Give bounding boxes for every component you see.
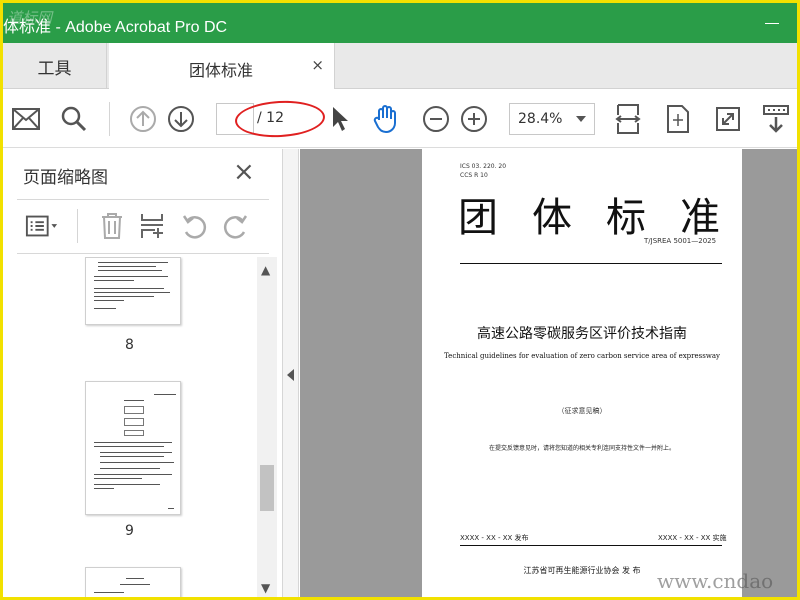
zoom-value: 28.4% — [518, 111, 563, 127]
heading-rule — [460, 263, 722, 264]
rotate-left-icon[interactable] — [177, 209, 211, 243]
zoom-in-icon[interactable] — [457, 102, 491, 136]
toolbar-separator — [109, 102, 110, 136]
thumbnail-options-icon[interactable] — [25, 209, 59, 243]
thumbnail-page-number: 9 — [125, 523, 134, 539]
previous-page-icon[interactable] — [126, 102, 160, 136]
page-thumbnail[interactable] — [85, 567, 181, 597]
watermark-top: 道标网 — [7, 9, 53, 27]
panel-title: 页面缩略图 — [23, 168, 108, 188]
fit-page-icon[interactable] — [661, 102, 695, 136]
document-heading: 团体标准 — [458, 195, 754, 241]
document-page: ICS 03. 220. 20 CCS R 10 团体标准 T/JSREA 50… — [422, 149, 742, 597]
scrollbar-thumb[interactable] — [260, 465, 274, 511]
tab-document-label: 团体标准 — [189, 61, 254, 80]
footer-rule — [460, 545, 722, 546]
document-viewer[interactable]: ICS 03. 220. 20 CCS R 10 团体标准 T/JSREA 50… — [300, 149, 797, 597]
panel-divider — [17, 199, 269, 200]
thumbnail-list: 8 9 — [17, 257, 255, 597]
thumbnail-page-number: 8 — [125, 337, 134, 353]
document-title: 高速公路零碳服务区评价技术指南 — [477, 326, 687, 342]
watermark-bottom: www.cndao — [657, 569, 774, 593]
ccs-code: CCS R 10 — [460, 172, 488, 179]
app-window: 体标准 - Adobe Acrobat Pro DC 道标网 工具 团体标准 ×… — [0, 0, 800, 600]
release-date: XXXX - XX - XX 发布 — [460, 534, 529, 542]
tab-document[interactable]: 团体标准 × — [109, 43, 335, 89]
search-icon[interactable] — [57, 102, 91, 136]
email-icon[interactable] — [9, 102, 43, 136]
ics-code: ICS 03. 220. 20 — [460, 163, 507, 170]
select-cursor-icon[interactable] — [323, 102, 357, 136]
tab-bar: 工具 团体标准 × — [3, 43, 797, 89]
chevron-left-icon — [287, 369, 294, 381]
panel-collapse-handle[interactable] — [283, 149, 299, 597]
zoom-out-icon[interactable] — [419, 102, 453, 136]
delete-icon[interactable] — [95, 209, 129, 243]
close-tab-icon[interactable]: × — [311, 56, 324, 74]
panel-divider — [17, 253, 269, 254]
page-thumbnail[interactable] — [85, 257, 181, 325]
scroll-up-icon[interactable]: ▲ — [261, 263, 270, 277]
fit-width-icon[interactable] — [611, 102, 645, 136]
draft-label: （征求意见稿） — [557, 407, 607, 415]
page-thumbnail[interactable] — [85, 381, 181, 515]
document-title-english: Technical guidelines for evaluation of z… — [444, 352, 720, 360]
scroll-down-icon[interactable]: ▼ — [261, 581, 270, 595]
thumbnail-scrollbar[interactable]: ▲ ▼ — [257, 257, 277, 597]
zoom-select[interactable]: 28.4% — [509, 103, 595, 135]
tab-tools[interactable]: 工具 — [3, 43, 107, 89]
next-page-icon[interactable] — [164, 102, 198, 136]
close-panel-icon[interactable]: × — [233, 159, 255, 185]
standard-number: T/JSREA 5001—2025 — [644, 237, 717, 245]
minimize-icon[interactable] — [765, 23, 779, 24]
rotate-right-icon[interactable] — [219, 209, 253, 243]
thumbnails-panel: 页面缩略图 × 8 9 ▲ ▼ — [3, 149, 283, 597]
insert-page-icon[interactable] — [135, 209, 169, 243]
full-screen-icon[interactable] — [711, 102, 745, 136]
read-mode-icon[interactable] — [759, 102, 793, 136]
patent-note: 在提交反馈意见时，请将您知道的相关专利连同支持性文件一并附上。 — [488, 445, 675, 452]
panel-separator — [77, 209, 78, 243]
hand-tool-icon[interactable] — [369, 102, 403, 136]
toolbar: / 12 28.4% — [3, 90, 797, 148]
title-bar: 体标准 - Adobe Acrobat Pro DC 道标网 — [3, 3, 797, 43]
chevron-down-icon — [576, 116, 586, 122]
implement-date: XXXX - XX - XX 实施 — [658, 534, 727, 542]
